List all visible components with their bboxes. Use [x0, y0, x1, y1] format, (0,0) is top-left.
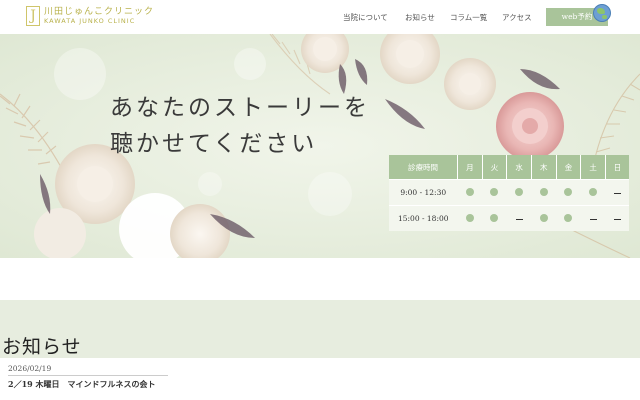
- closed-dash-icon: [613, 218, 621, 220]
- news-divider: [8, 375, 168, 376]
- schedule-header-fri: 金: [556, 155, 582, 180]
- logo-texts: 川田じゅんこクリニック KAWATA JUNKO CLINIC: [44, 7, 154, 26]
- schedule-cell: [531, 179, 557, 206]
- schedule-header-thu: 木: [531, 155, 557, 180]
- schedule-cell: [457, 179, 483, 206]
- closed-dash-icon: [613, 192, 621, 194]
- open-dot-icon: [465, 213, 474, 222]
- open-dot-icon: [490, 187, 499, 196]
- closed-dash-icon: [515, 218, 523, 220]
- schedule-row: 9:00 - 12:30: [389, 179, 629, 206]
- news-item-link[interactable]: 2／19 木曜日 マインドフルネスの会ト: [8, 379, 168, 390]
- open-dot-icon: [539, 213, 548, 222]
- nav-news[interactable]: お知らせ: [405, 12, 435, 23]
- news-date: 2026/02/19: [8, 364, 52, 373]
- schedule-header-row: 診療時間 月 火 水 木 金 土 日: [389, 155, 629, 180]
- schedule-time: 9:00 - 12:30: [389, 179, 458, 206]
- schedule-cell: [506, 205, 532, 231]
- schedule-cell: [506, 179, 532, 206]
- site-header: J 川田じゅんこクリニック KAWATA JUNKO CLINIC 当院について…: [0, 0, 640, 34]
- news-section: お知らせ 2026/02/19 2／19 木曜日 マインドフルネスの会ト: [0, 300, 640, 400]
- schedule-cell: [580, 205, 606, 231]
- schedule-cell: [482, 205, 507, 231]
- schedule-cell: [580, 179, 606, 206]
- logo-name-en: KAWATA JUNKO CLINIC: [44, 16, 136, 25]
- hero-tagline-line1: あなたのストーリーを: [110, 95, 370, 121]
- open-dot-icon: [490, 213, 499, 222]
- open-dot-icon: [564, 213, 573, 222]
- schedule-header-wed: 水: [506, 155, 532, 180]
- open-dot-icon: [515, 187, 524, 196]
- nav-about[interactable]: 当院について: [343, 12, 388, 23]
- schedule-cell: [556, 205, 581, 231]
- hero-tagline-line2: 聴かせてください: [110, 131, 318, 157]
- schedule-cell: [605, 179, 629, 206]
- nav-columns[interactable]: コラム一覧: [450, 12, 487, 23]
- logo-mark: J: [26, 6, 40, 26]
- hero-tagline: あなたのストーリーを 聴かせてください: [110, 90, 370, 162]
- schedule-header-sun: 日: [605, 155, 629, 180]
- news-list: 2026/02/19 2／19 木曜日 マインドフルネスの会ト: [0, 358, 640, 400]
- schedule-header-mon: 月: [457, 155, 483, 180]
- clinic-logo[interactable]: J 川田じゅんこクリニック KAWATA JUNKO CLINIC: [26, 6, 154, 26]
- consultation-hours-table: 診療時間 月 火 水 木 金 土 日 9:00 - 12:30 15:00 - 1…: [389, 155, 629, 231]
- schedule-header-tue: 火: [482, 155, 508, 180]
- open-dot-icon: [465, 187, 474, 196]
- open-dot-icon: [564, 187, 573, 196]
- open-dot-icon: [539, 187, 548, 196]
- schedule-cell: [482, 179, 507, 206]
- schedule-body: 9:00 - 12:30 15:00 - 18:00: [389, 179, 629, 231]
- nav-access[interactable]: アクセス: [502, 12, 532, 23]
- logo-name-jp: 川田じゅんこクリニック: [44, 6, 155, 17]
- schedule-header-sat: 土: [580, 155, 606, 180]
- schedule-cell: [556, 179, 581, 206]
- globe-icon[interactable]: [593, 4, 611, 22]
- schedule-header-hours: 診療時間: [389, 155, 458, 180]
- schedule-cell: [605, 205, 629, 231]
- closed-dash-icon: [589, 218, 597, 220]
- schedule-cell: [457, 205, 483, 231]
- schedule-time: 15:00 - 18:00: [389, 205, 458, 231]
- news-heading: お知らせ: [2, 336, 82, 358]
- schedule-row: 15:00 - 18:00: [389, 205, 629, 231]
- schedule-cell: [531, 205, 557, 231]
- open-dot-icon: [589, 187, 598, 196]
